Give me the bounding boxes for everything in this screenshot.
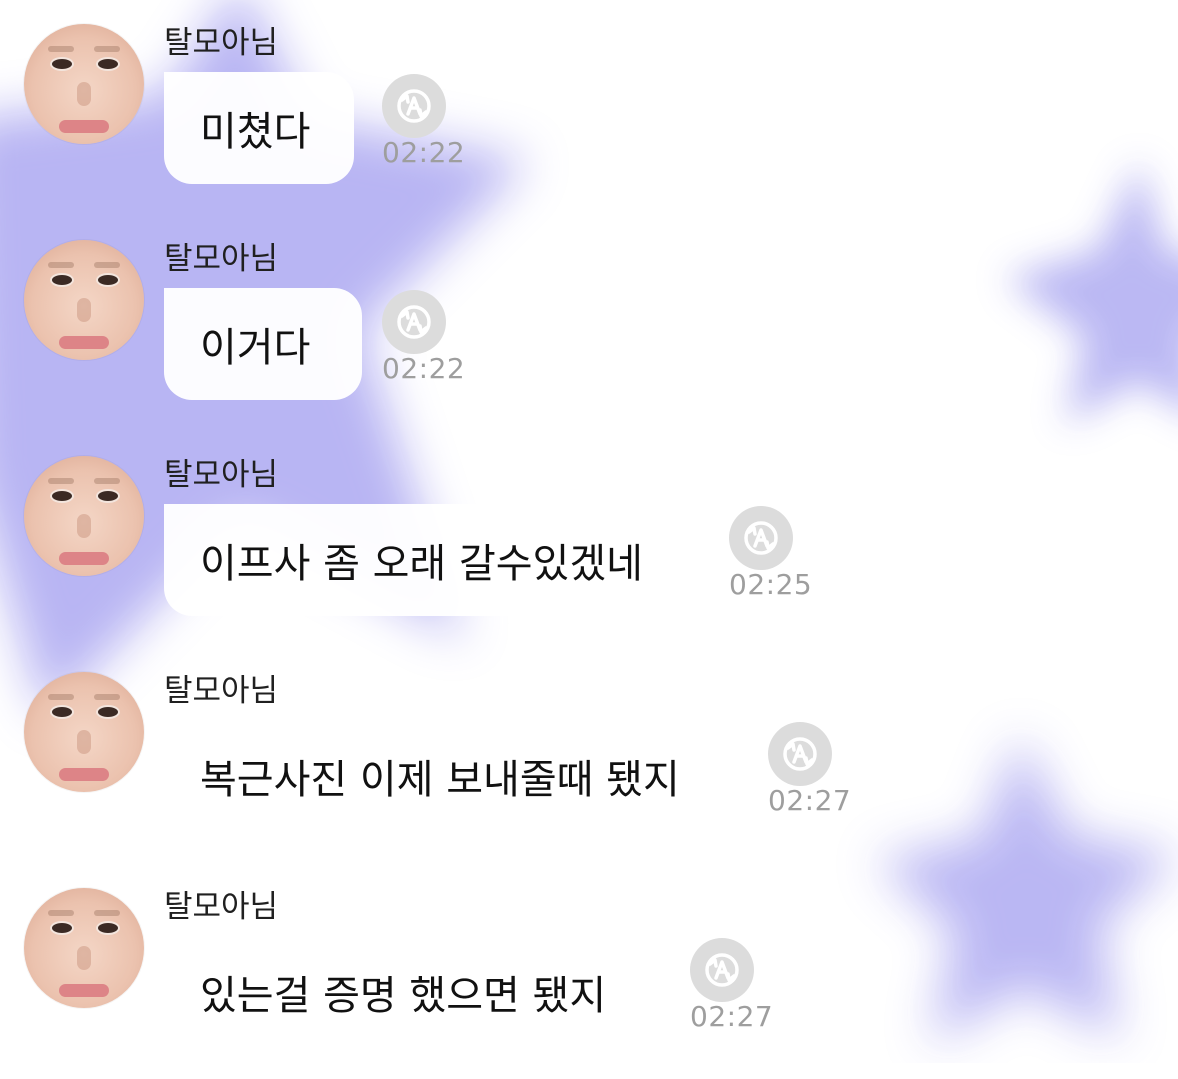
- message-text: 이프사 좀 오래 갈수있겠네: [200, 541, 643, 587]
- avatar-eye: [50, 921, 74, 935]
- translate-icon: [705, 953, 739, 987]
- sender-name: 탈모아님: [164, 457, 279, 493]
- avatar-nose: [77, 514, 91, 538]
- avatar-brow: [94, 478, 120, 484]
- avatar[interactable]: [24, 888, 144, 1008]
- avatar-brow: [94, 262, 120, 268]
- avatar-brow: [48, 46, 74, 52]
- avatar[interactable]: [24, 456, 144, 576]
- translate-icon: [783, 737, 817, 771]
- translate-button[interactable]: [690, 938, 754, 1002]
- avatar-brow: [48, 478, 74, 484]
- sender-name: 탈모아님: [164, 889, 279, 925]
- avatar-mouth: [59, 984, 109, 997]
- message-time: 02:22: [382, 352, 466, 385]
- avatar-eye: [50, 57, 74, 71]
- avatar-eye: [50, 705, 74, 719]
- message-row: 탈모아님 복근사진 이제 보내줄때 됐지 02:27: [0, 648, 1178, 863]
- avatar-eye: [96, 57, 120, 71]
- avatar[interactable]: [24, 672, 144, 792]
- message-bubble[interactable]: 복근사진 이제 보내줄때 됐지: [164, 720, 748, 832]
- sender-name: 탈모아님: [164, 241, 279, 277]
- translate-button[interactable]: [382, 74, 446, 138]
- avatar-brow: [94, 694, 120, 700]
- avatar-brow: [94, 910, 120, 916]
- avatar[interactable]: [24, 240, 144, 360]
- avatar-brow: [48, 910, 74, 916]
- avatar-brow: [48, 262, 74, 268]
- translate-icon: [397, 89, 431, 123]
- avatar-eye: [96, 273, 120, 287]
- translate-button[interactable]: [768, 722, 832, 786]
- message-row: 탈모아님 이거다 02:22: [0, 216, 1178, 431]
- message-row: 탈모아님 미쳤다 02:22: [0, 0, 1178, 215]
- message-text: 있는걸 증명 했으면 됐지: [200, 973, 607, 1019]
- avatar-nose: [77, 82, 91, 106]
- avatar-mouth: [59, 552, 109, 565]
- translate-icon: [397, 305, 431, 339]
- message-time: 02:27: [768, 784, 852, 817]
- translate-button[interactable]: [382, 290, 446, 354]
- avatar-mouth: [59, 768, 109, 781]
- message-bubble[interactable]: 이프사 좀 오래 갈수있겠네: [164, 504, 707, 616]
- message-text: 미쳤다: [200, 109, 311, 155]
- avatar-eye: [96, 489, 120, 503]
- message-time: 02:22: [382, 136, 466, 169]
- avatar-brow: [94, 46, 120, 52]
- sender-name: 탈모아님: [164, 673, 279, 709]
- message-bubble[interactable]: 이거다: [164, 288, 362, 400]
- message-bubble[interactable]: 있는걸 증명 했으면 됐지: [164, 936, 672, 1048]
- avatar-eye: [96, 921, 120, 935]
- translate-button[interactable]: [729, 506, 793, 570]
- avatar-brow: [48, 694, 74, 700]
- message-text: 복근사진 이제 보내줄때 됐지: [200, 757, 680, 803]
- message-time: 02:25: [729, 568, 813, 601]
- avatar-eye: [50, 273, 74, 287]
- avatar-eye: [96, 705, 120, 719]
- message-bubble[interactable]: 미쳤다: [164, 72, 354, 184]
- message-row: 탈모아님 있는걸 증명 했으면 됐지 02:27: [0, 864, 1178, 1079]
- message-row: 탈모아님 이프사 좀 오래 갈수있겠네 02:25: [0, 432, 1178, 647]
- avatar-mouth: [59, 336, 109, 349]
- avatar-nose: [77, 730, 91, 754]
- avatar[interactable]: [24, 24, 144, 144]
- sender-name: 탈모아님: [164, 25, 279, 61]
- message-time: 02:27: [690, 1000, 774, 1033]
- avatar-eye: [50, 489, 74, 503]
- avatar-nose: [77, 946, 91, 970]
- translate-icon: [744, 521, 778, 555]
- avatar-nose: [77, 298, 91, 322]
- message-text: 이거다: [200, 325, 311, 371]
- avatar-mouth: [59, 120, 109, 133]
